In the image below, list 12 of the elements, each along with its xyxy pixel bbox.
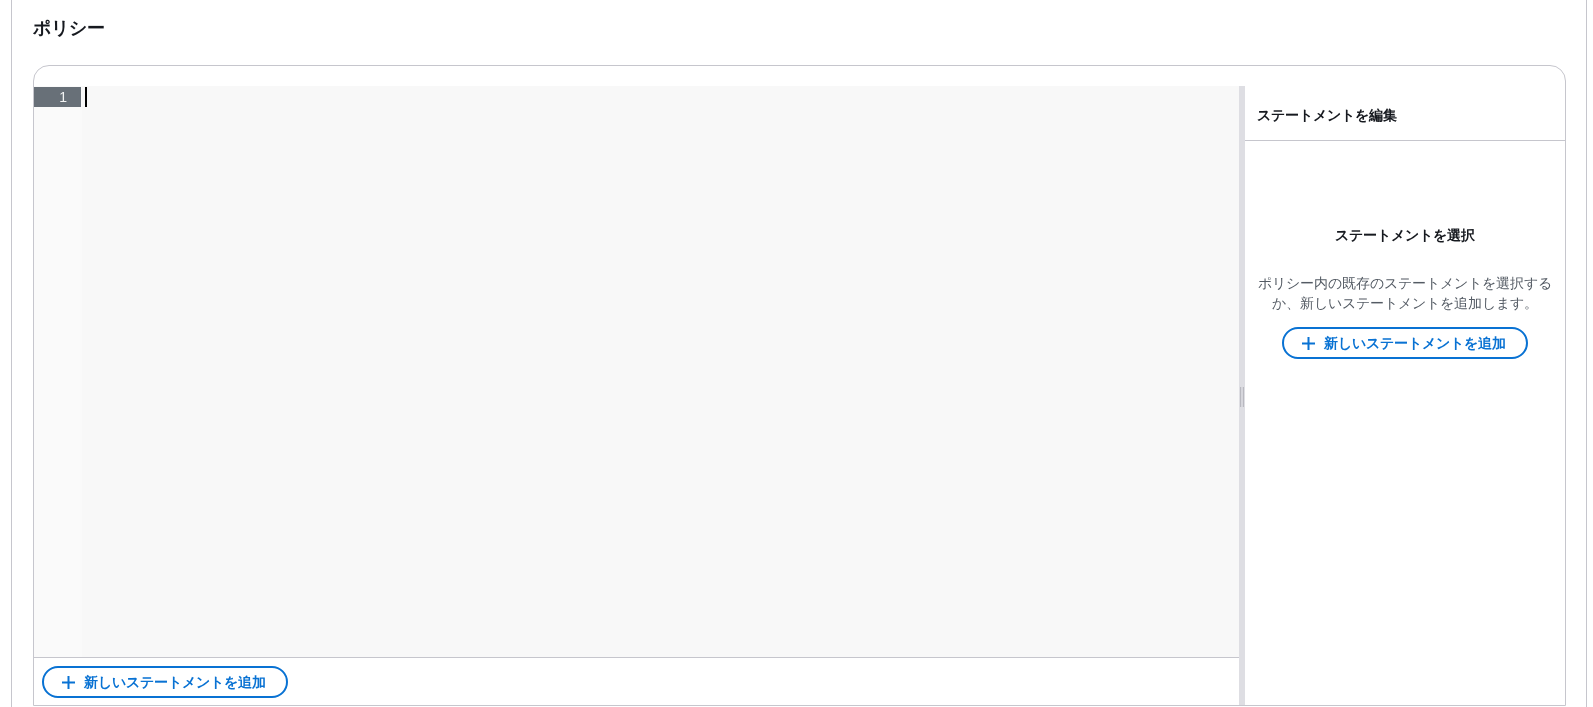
- empty-state-description: ポリシー内の既存のステートメントを選択するか、新しいステートメントを追加します。: [1257, 274, 1553, 313]
- section-title: ポリシー: [33, 17, 106, 40]
- line-number: 1: [34, 87, 81, 107]
- plus-icon: [1302, 336, 1315, 350]
- panel-title: ステートメントを編集: [1257, 106, 1397, 125]
- grip-icon: [1240, 387, 1244, 407]
- panel-splitter[interactable]: [1239, 86, 1245, 705]
- code-editor[interactable]: 1: [34, 86, 1239, 657]
- plus-icon: [62, 675, 75, 689]
- add-statement-button[interactable]: 新しいステートメントを追加: [1282, 327, 1528, 359]
- add-statement-button[interactable]: 新しいステートメントを追加: [42, 666, 288, 698]
- empty-state-heading: ステートメントを選択: [1335, 226, 1475, 245]
